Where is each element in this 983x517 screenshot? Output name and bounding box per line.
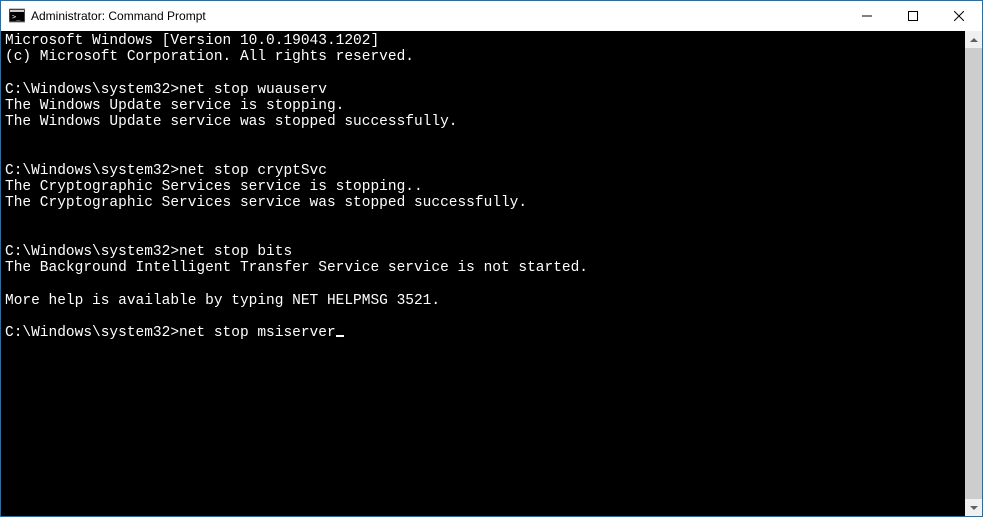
close-button[interactable] bbox=[936, 1, 982, 31]
svg-text:>_: >_ bbox=[12, 13, 21, 21]
scroll-down-button[interactable] bbox=[965, 499, 982, 516]
scroll-track[interactable] bbox=[965, 48, 982, 499]
titlebar[interactable]: >_ Administrator: Command Prompt bbox=[1, 1, 982, 31]
vertical-scrollbar[interactable] bbox=[965, 31, 982, 516]
window-controls bbox=[844, 1, 982, 31]
scroll-up-button[interactable] bbox=[965, 31, 982, 48]
console-output[interactable]: Microsoft Windows [Version 10.0.19043.12… bbox=[1, 31, 965, 516]
text-cursor bbox=[336, 335, 344, 337]
minimize-button[interactable] bbox=[844, 1, 890, 31]
maximize-button[interactable] bbox=[890, 1, 936, 31]
cmd-icon: >_ bbox=[9, 8, 25, 24]
window-title: Administrator: Command Prompt bbox=[31, 9, 844, 23]
command-prompt-window: >_ Administrator: Command Prompt Microso… bbox=[1, 1, 982, 516]
console-area: Microsoft Windows [Version 10.0.19043.12… bbox=[1, 31, 982, 516]
scroll-thumb[interactable] bbox=[965, 48, 982, 499]
